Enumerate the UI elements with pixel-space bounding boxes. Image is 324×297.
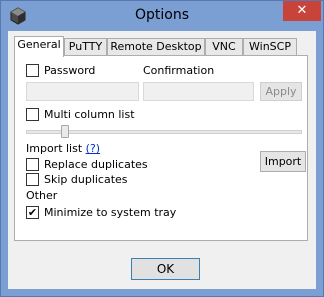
password-checkbox[interactable] <box>26 64 39 77</box>
confirmation-field[interactable] <box>143 82 254 101</box>
dialog-client-area: General PuTTY Remote Desktop VNC WinSCP … <box>8 31 316 289</box>
ok-button[interactable]: OK <box>131 258 200 280</box>
skip-duplicates-checkbox[interactable] <box>26 173 39 186</box>
import-list-label: Import list (?) <box>26 142 100 155</box>
replace-duplicates-checkbox[interactable] <box>26 158 39 171</box>
window-title: Options <box>134 7 190 23</box>
confirmation-label: Confirmation <box>143 64 215 77</box>
close-icon: ✕ <box>296 3 308 18</box>
minimize-tray-checkbox[interactable]: ✔ <box>26 206 39 219</box>
other-section-label: Other <box>26 189 58 202</box>
tab-winscp[interactable]: WinSCP <box>243 38 297 56</box>
password-field[interactable] <box>26 82 139 101</box>
skip-duplicates-label: Skip duplicates <box>44 173 128 186</box>
minimize-tray-label: Minimize to system tray <box>44 206 177 219</box>
options-window: Options ✕ General PuTTY Remote Desktop V… <box>0 0 324 297</box>
multicolumn-label: Multi column list <box>44 108 135 121</box>
import-button[interactable]: Import <box>260 151 306 172</box>
dialog-footer: OK <box>8 246 316 289</box>
apply-button[interactable]: Apply <box>260 82 302 101</box>
column-slider-thumb[interactable] <box>60 125 69 138</box>
replace-duplicates-label: Replace duplicates <box>44 158 148 171</box>
tab-putty[interactable]: PuTTY <box>64 38 107 56</box>
tab-remote-desktop[interactable]: Remote Desktop <box>107 38 205 56</box>
tab-vnc[interactable]: VNC <box>205 38 243 56</box>
close-button[interactable]: ✕ <box>283 1 321 21</box>
title-bar[interactable]: Options ✕ <box>1 1 323 31</box>
general-tab-panel: Password Confirmation Apply Multi column… <box>14 55 308 241</box>
password-label: Password <box>44 64 96 77</box>
import-list-text: Import list <box>26 142 83 155</box>
minimize-check-mark: ✔ <box>27 206 38 219</box>
multicolumn-checkbox[interactable] <box>26 108 39 121</box>
import-help-link[interactable]: (?) <box>86 142 100 155</box>
tab-general[interactable]: General <box>14 36 64 57</box>
